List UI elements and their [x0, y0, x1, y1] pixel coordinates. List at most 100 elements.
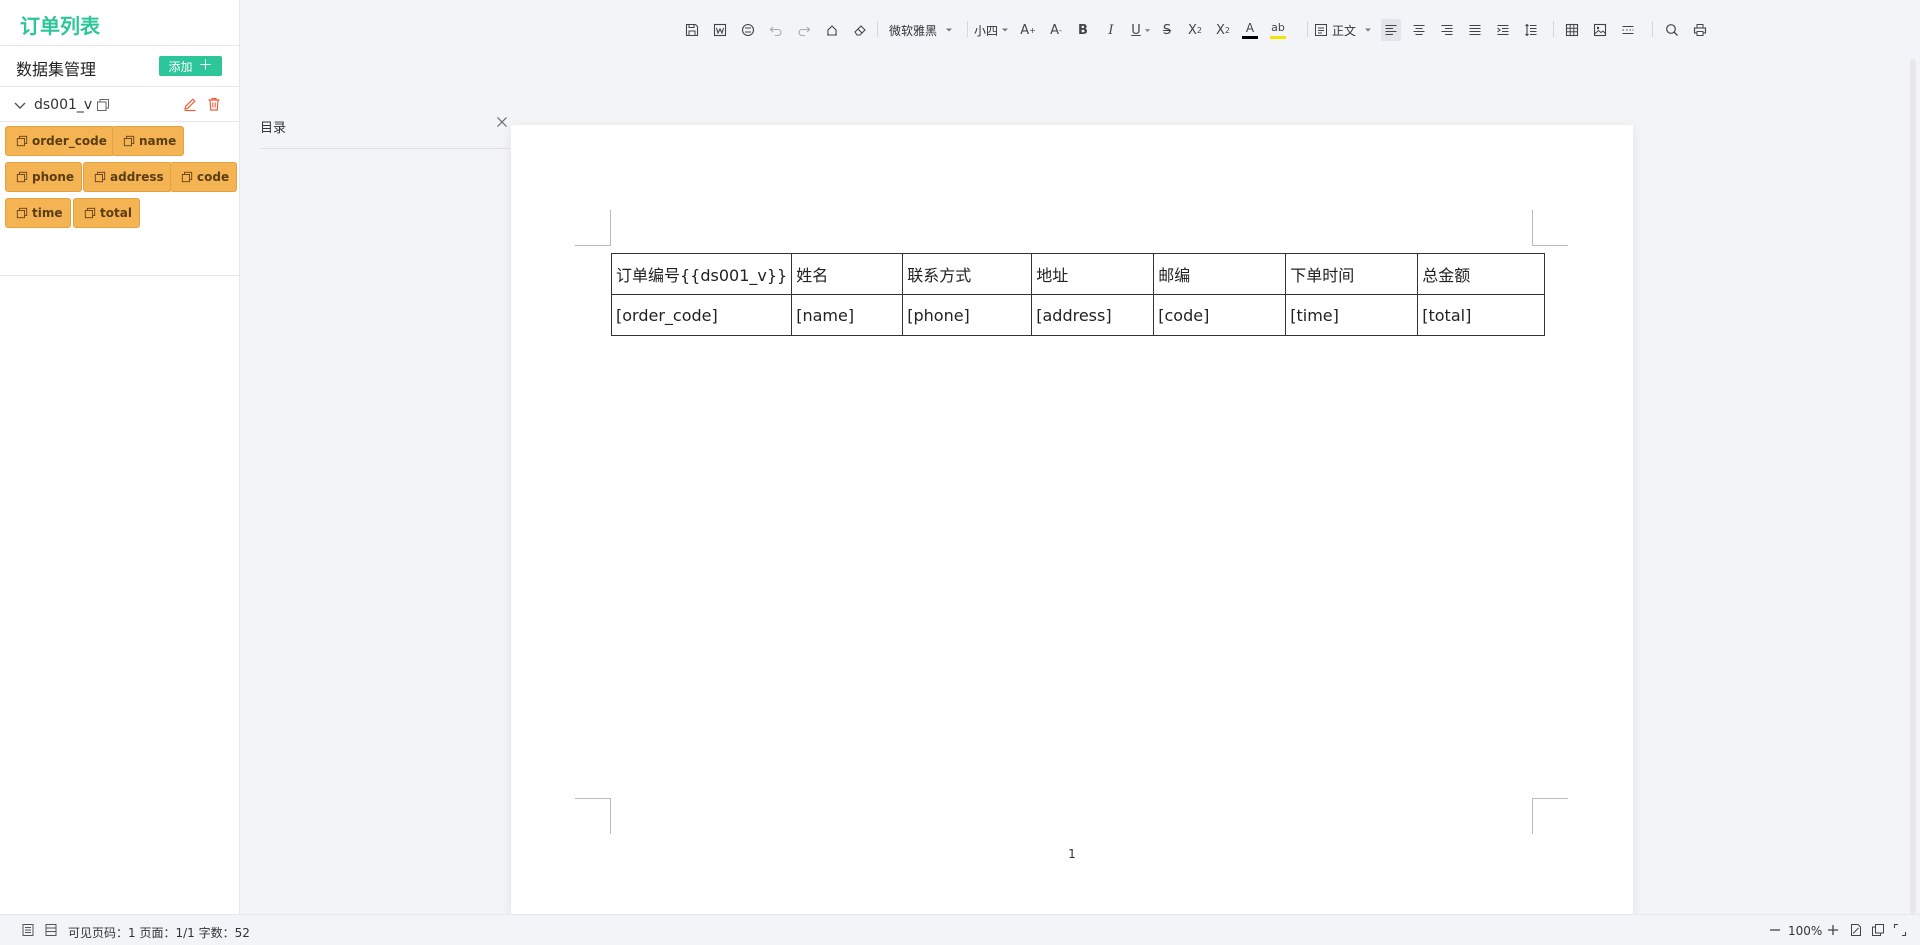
export-word-icon[interactable]	[711, 19, 729, 41]
line-spacing-icon[interactable]	[1521, 19, 1541, 41]
table-cell[interactable]: 联系方式	[902, 253, 1033, 295]
copy-icon	[16, 207, 28, 219]
highlight-icon[interactable]: ab	[1269, 19, 1287, 41]
align-right-icon[interactable]	[1437, 19, 1457, 41]
align-left-icon[interactable]	[1381, 19, 1401, 41]
page-number: 1	[1068, 847, 1076, 861]
table-cell[interactable]: 邮编	[1153, 253, 1287, 295]
scrollbar-thumb[interactable]	[1910, 59, 1916, 914]
subscript-icon[interactable]: X2	[1214, 19, 1232, 41]
undo-icon[interactable]	[767, 19, 785, 41]
field-chip-label: phone	[32, 170, 75, 184]
align-center-icon[interactable]	[1409, 19, 1429, 41]
superscript-icon[interactable]: X2	[1186, 19, 1204, 41]
redo-icon[interactable]	[795, 19, 813, 41]
field-chip-label: total	[100, 206, 132, 220]
status-bar: 可见页码：1 页面：1/1 字数：52 100%	[0, 914, 1920, 945]
field-chip-code[interactable]: code	[170, 162, 238, 192]
table-cell[interactable]: [name]	[791, 294, 904, 336]
vertical-scrollbar[interactable]	[1908, 59, 1918, 914]
plus-icon: ＋	[198, 58, 213, 74]
table-cell[interactable]: [code]	[1153, 294, 1287, 336]
font-color-icon[interactable]: A	[1241, 19, 1259, 41]
field-chip-label: time	[32, 206, 63, 220]
caret-down-icon	[946, 28, 953, 32]
italic-icon[interactable]: I	[1102, 19, 1120, 41]
caret-down-icon	[1002, 28, 1009, 32]
copy-icon[interactable]	[96, 98, 110, 112]
font-size-select[interactable]: 小四	[974, 19, 1014, 41]
page-mode-icon[interactable]	[44, 923, 58, 937]
zoom-level[interactable]: 100%	[1788, 924, 1822, 938]
font-family-select[interactable]: 微软雅黑	[889, 19, 961, 41]
image-icon[interactable]	[1590, 19, 1610, 41]
font-shrink-icon[interactable]: A-	[1046, 19, 1066, 41]
justify-icon[interactable]	[1465, 19, 1485, 41]
table-cell[interactable]: 总金额	[1417, 253, 1546, 295]
separator-icon[interactable]	[1618, 19, 1638, 41]
paragraph-style-select[interactable]: 正文	[1314, 19, 1372, 41]
table-row: [order_code] [name] [phone] [address] [c…	[610, 294, 1546, 336]
save-icon[interactable]	[683, 19, 701, 41]
table-cell[interactable]: 订单编号{{ds001_v}}	[610, 253, 793, 295]
dataset-manager-title: 数据集管理	[16, 60, 97, 79]
paragraph-style-icon	[1315, 24, 1327, 36]
table-cell[interactable]: 下单时间	[1285, 253, 1419, 295]
order-table[interactable]: 订单编号{{ds001_v}} 姓名 联系方式 地址 邮编 下单时间 总金额 […	[610, 253, 1546, 336]
document-page[interactable]: 订单编号{{ds001_v}} 姓名 联系方式 地址 邮编 下单时间 总金额 […	[511, 125, 1633, 914]
divider	[0, 121, 240, 122]
field-chip-time[interactable]: time	[5, 198, 71, 228]
paint-brush-icon[interactable]	[823, 19, 841, 41]
table-cell[interactable]: [total]	[1417, 294, 1546, 336]
table-header-row: 订单编号{{ds001_v}} 姓名 联系方式 地址 邮编 下单时间 总金额	[610, 253, 1546, 295]
field-chip-order-code[interactable]: order_code	[5, 126, 115, 156]
toolbar-separator	[1307, 21, 1308, 37]
field-chip-phone[interactable]: phone	[5, 162, 83, 192]
close-icon[interactable]	[494, 114, 510, 130]
toc-title: 目录	[260, 121, 287, 136]
field-chip-address[interactable]: address	[83, 162, 172, 192]
strikethrough-icon[interactable]: S	[1158, 19, 1176, 41]
format-painter-icon[interactable]	[739, 19, 757, 41]
toolbar-separator	[877, 21, 878, 37]
zoom-in-icon[interactable]	[1826, 923, 1840, 937]
copy-icon	[94, 171, 106, 183]
divider	[0, 45, 240, 46]
bold-icon[interactable]: B	[1074, 19, 1092, 41]
table-icon[interactable]	[1562, 19, 1582, 41]
chevron-down-icon[interactable]	[12, 97, 28, 113]
fullscreen-icon[interactable]	[1893, 923, 1907, 937]
indent-icon[interactable]	[1493, 19, 1513, 41]
table-cell[interactable]: [address]	[1031, 294, 1155, 336]
field-chip-name[interactable]: name	[112, 126, 185, 156]
paper-direction-icon[interactable]	[1871, 923, 1885, 937]
table-cell[interactable]: 姓名	[791, 253, 904, 295]
dataset-sidebar: 订单列表 数据集管理 添加 ＋ ds001_v order_code name …	[0, 0, 240, 914]
dataset-name: ds001_v	[34, 97, 93, 113]
delete-icon[interactable]	[206, 96, 222, 112]
field-chip-label: code	[197, 170, 230, 184]
table-cell[interactable]: [time]	[1285, 294, 1419, 336]
font-family-value: 微软雅黑	[889, 23, 938, 38]
field-chip-total[interactable]: total	[73, 198, 140, 228]
table-cell[interactable]: 地址	[1031, 253, 1155, 295]
edit-icon[interactable]	[182, 96, 198, 112]
toolbar-separator	[967, 21, 968, 37]
table-cell[interactable]: [order_code]	[610, 294, 793, 336]
copy-icon	[16, 135, 28, 147]
paper-size-icon[interactable]	[1849, 923, 1863, 937]
eraser-icon[interactable]	[851, 19, 869, 41]
margin-corner-top-right	[1532, 210, 1568, 246]
add-dataset-button[interactable]: 添加 ＋	[159, 56, 222, 76]
search-icon[interactable]	[1662, 19, 1682, 41]
divider	[0, 275, 240, 276]
underline-icon[interactable]: U	[1128, 19, 1154, 41]
font-grow-icon[interactable]: A +	[1018, 19, 1038, 41]
font-size-value: 小四	[974, 23, 999, 38]
zoom-out-icon[interactable]	[1768, 923, 1782, 937]
dataset-item[interactable]: ds001_v	[12, 94, 228, 116]
print-icon[interactable]	[1690, 19, 1710, 41]
caret-down-icon	[1365, 28, 1371, 32]
catalog-icon[interactable]	[21, 923, 35, 937]
table-cell[interactable]: [phone]	[902, 294, 1033, 336]
